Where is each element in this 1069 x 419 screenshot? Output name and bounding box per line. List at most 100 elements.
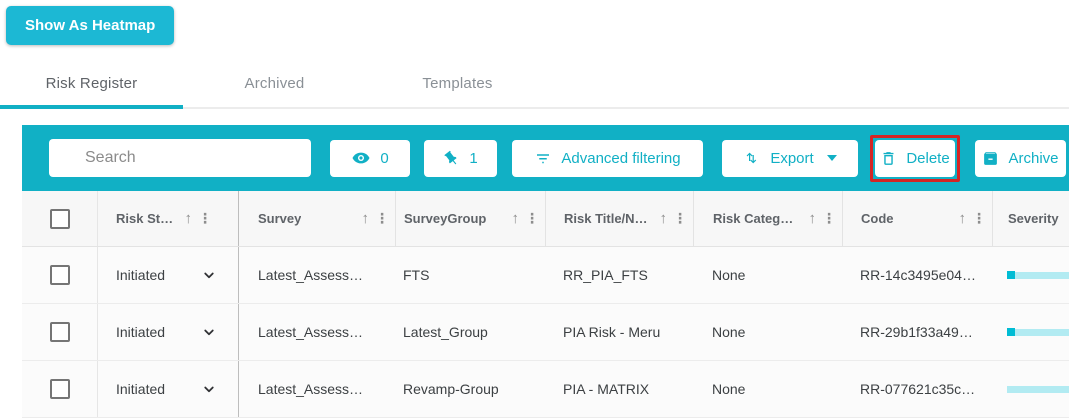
risk-category-value: None (712, 267, 745, 283)
surveygroup-value: Latest_Group (403, 324, 488, 340)
up-arrow-icon[interactable]: ↑ (660, 210, 668, 227)
kebab-menu-icon[interactable]: ⋮ (972, 210, 986, 227)
survey-cell: Latest_Assess… (238, 247, 395, 303)
severity-bar (1007, 247, 1069, 303)
severity-cell (992, 361, 1069, 417)
code-value: RR-14c3495e04… (860, 267, 976, 283)
visibility-count-button[interactable]: 0 (330, 140, 410, 177)
severity-marker (1007, 328, 1015, 336)
row-checkbox[interactable] (50, 379, 70, 399)
row-checkbox[interactable] (50, 322, 70, 342)
visibility-count: 0 (380, 150, 388, 167)
severity-track (1015, 329, 1069, 336)
severity-bar (1007, 361, 1069, 417)
risk-category-value: None (712, 324, 745, 340)
table-row: Initiated Latest_Assess… Latest_Group PI… (22, 304, 1069, 361)
tab-label: Templates (422, 75, 492, 92)
tab-archived[interactable]: Archived (183, 58, 366, 109)
severity-track (1015, 272, 1069, 279)
up-arrow-icon[interactable]: ↑ (959, 210, 967, 227)
surveygroup-value: Revamp-Group (403, 381, 499, 397)
column-header-code[interactable]: Code ↑ ⋮ (842, 191, 992, 246)
filter-list-icon (534, 149, 552, 167)
row-select-cell (22, 247, 97, 303)
column-header-surveygroup[interactable]: SurveyGroup ↑⋮ (395, 191, 545, 246)
archive-button[interactable]: Archive (975, 140, 1066, 177)
survey-cell: Latest_Assess… (238, 304, 395, 360)
sort-arrows-icon (743, 149, 761, 167)
chevron-down-icon[interactable] (200, 323, 218, 341)
chevron-down-icon (827, 155, 837, 161)
risk-status-cell[interactable]: Initiated (97, 247, 238, 303)
risk-status-value: Initiated (116, 267, 165, 283)
severity-track (1007, 386, 1069, 393)
risk-status-value: Initiated (116, 381, 165, 397)
survey-value: Latest_Assess… (258, 381, 363, 397)
risk-register-page: Show As Heatmap Risk Register Archived T… (0, 0, 1069, 419)
survey-value: Latest_Assess… (258, 324, 363, 340)
show-as-heatmap-button[interactable]: Show As Heatmap (6, 6, 174, 45)
code-cell: RR-14c3495e04… (842, 247, 992, 303)
risk-table: Risk Status ↑⋮ Survey ↑⋮ SurveyGroup ↑⋮ … (22, 191, 1069, 419)
severity-cell (992, 304, 1069, 360)
up-arrow-icon[interactable]: ↑ (185, 210, 193, 227)
column-header-risk-title[interactable]: Risk Title/N… ↑⋮ (545, 191, 693, 246)
survey-cell: Latest_Assess… (238, 361, 395, 417)
surveygroup-cell: FTS (395, 247, 545, 303)
tab-label: Archived (245, 75, 305, 92)
trash-icon (880, 150, 897, 167)
risk-title-cell: RR_PIA_FTS (545, 247, 693, 303)
severity-bar (1007, 304, 1069, 360)
tab-templates[interactable]: Templates (366, 58, 549, 109)
delete-button[interactable]: Delete (875, 140, 955, 177)
risk-title-cell: PIA - MATRIX (545, 361, 693, 417)
severity-cell (992, 247, 1069, 303)
archive-box-icon (982, 150, 999, 167)
column-header-risk-category[interactable]: Risk Categ… ↑⋮ (693, 191, 842, 246)
up-arrow-icon[interactable]: ↑ (362, 210, 370, 227)
active-tab-underline (0, 105, 183, 109)
delete-label: Delete (906, 150, 949, 167)
risk-status-cell[interactable]: Initiated (97, 361, 238, 417)
kebab-menu-icon[interactable]: ⋮ (822, 210, 836, 227)
kebab-menu-icon[interactable]: ⋮ (673, 210, 687, 227)
surveygroup-value: FTS (403, 267, 429, 283)
up-arrow-icon[interactable]: ↑ (512, 210, 520, 227)
visibility-icon (351, 148, 371, 168)
select-all-checkbox[interactable] (50, 209, 70, 229)
kebab-menu-icon[interactable]: ⋮ (375, 210, 389, 227)
risk-title-value: PIA - MATRIX (563, 381, 649, 397)
pinned-count: 1 (469, 150, 477, 167)
column-header-survey[interactable]: Survey ↑⋮ (238, 191, 395, 246)
column-label: Code (861, 211, 894, 226)
risk-title-value: RR_PIA_FTS (563, 267, 648, 283)
advanced-filtering-label: Advanced filtering (561, 150, 680, 167)
survey-value: Latest_Assess… (258, 267, 363, 283)
tab-risk-register[interactable]: Risk Register (0, 58, 183, 109)
column-header-severity[interactable]: Severity (992, 191, 1069, 246)
chevron-down-icon[interactable] (200, 380, 218, 398)
column-label: Severity (1008, 211, 1059, 226)
search-input[interactable] (49, 139, 311, 177)
risk-category-cell: None (693, 361, 842, 417)
chevron-down-icon[interactable] (200, 266, 218, 284)
export-button[interactable]: Export (722, 140, 858, 177)
row-select-cell (22, 361, 97, 417)
pinned-count-button[interactable]: 1 (424, 140, 497, 177)
risk-status-cell[interactable]: Initiated (97, 304, 238, 360)
row-checkbox[interactable] (50, 265, 70, 285)
column-header-risk-status[interactable]: Risk Status ↑⋮ (97, 191, 238, 246)
code-cell: RR-29b1f33a49… (842, 304, 992, 360)
table-row: Initiated Latest_Assess… FTS RR_PIA_FTS … (22, 247, 1069, 304)
table-row: Initiated Latest_Assess… Revamp-Group PI… (22, 361, 1069, 418)
export-label: Export (770, 150, 813, 167)
risk-category-value: None (712, 381, 745, 397)
kebab-menu-icon[interactable]: ⋮ (525, 210, 539, 227)
up-arrow-icon[interactable]: ↑ (809, 210, 817, 227)
advanced-filtering-button[interactable]: Advanced filtering (512, 140, 703, 177)
surveygroup-cell: Revamp-Group (395, 361, 545, 417)
kebab-menu-icon[interactable]: ⋮ (198, 210, 212, 227)
risk-status-value: Initiated (116, 324, 165, 340)
severity-marker (1007, 271, 1015, 279)
risk-category-cell: None (693, 247, 842, 303)
